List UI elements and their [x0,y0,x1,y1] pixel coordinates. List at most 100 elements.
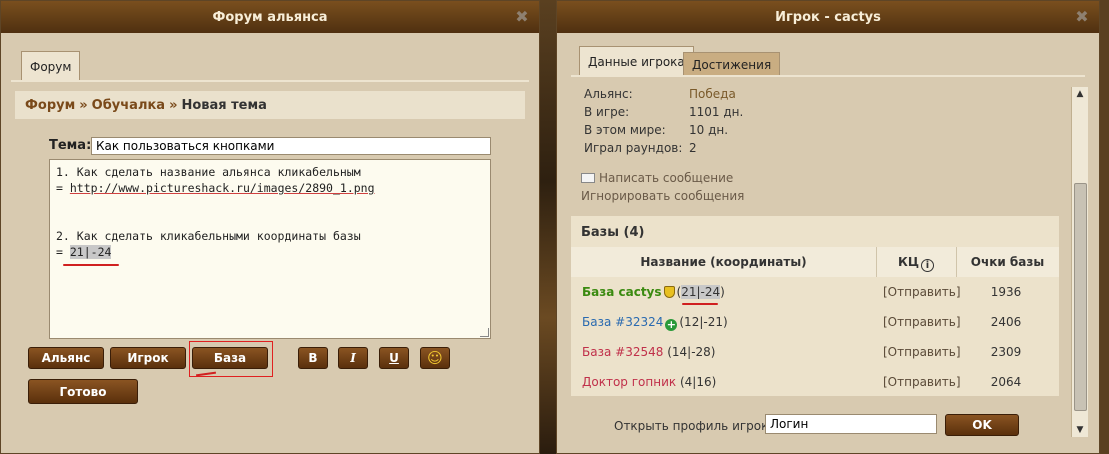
info-value-ingame: 1101 дн. [689,105,744,119]
info-label-world: В этом мире: [584,123,666,137]
resize-handle[interactable] [480,328,489,337]
bold-button[interactable]: B [298,347,328,369]
base-points: 1936 [990,285,1022,299]
breadcrumb-current: Новая тема [181,97,267,113]
editor-coords: 21|-24 [69,245,112,259]
done-button-label: Готово [59,384,107,399]
alliance-button-label: Альянс [41,351,91,365]
col-name: Название (координаты) [640,255,807,269]
italic-icon: I [350,351,356,365]
eq-sign: = [56,245,63,259]
topic-input[interactable] [91,137,491,155]
info-value-rounds: 2 [689,141,697,155]
bases-title: Базы (4) [581,225,645,240]
player-window-title: Игрок - cactys [557,1,1099,33]
info-icon[interactable]: i [920,259,934,272]
breadcrumb-section-link[interactable]: Обучалка [92,98,165,113]
profile-login-input[interactable] [765,414,937,434]
editor-line: 2. Как сделать кликабельными координаты … [56,229,361,243]
info-label-alliance: Альянс: [584,87,633,101]
tab-player-data[interactable]: Данные игрока [579,46,694,76]
bases-table-header: Название (координаты) КЦ i Очки базы [571,247,1059,277]
base-name-link[interactable]: База #32548 [582,345,663,359]
background-stripe [540,0,556,454]
smiley-icon: ☺ [427,349,443,367]
scrollbar[interactable]: ▲ ▼ [1071,87,1088,437]
tab-forum-label: Форум [30,60,72,74]
table-row: Доктор гопник (4|16) [Отправить] 2064 [571,367,1059,397]
editor-line: = 21|-24 [56,244,484,260]
background-edge [1100,0,1109,454]
editor-url: http://www.pictureshack.ru/images/2890_1… [69,181,375,195]
col-kc-label: КЦ [898,255,919,269]
eq-sign: = [56,181,63,195]
player-title-text: Игрок - cactys [775,9,881,25]
base-points: 2064 [990,375,1022,389]
shield-icon [663,286,675,298]
message-editor[interactable]: 1. Как сделать название альянса кликабел… [49,159,491,339]
tab-player-data-label: Данные игрока [588,55,685,69]
close-icon[interactable]: ✖ [513,8,531,26]
profile-label: Открыть профиль игрока: [614,419,780,433]
ignore-messages-link[interactable]: Игнорировать сообщения [581,189,744,203]
base-coords: (14|-28) [667,345,716,359]
editor-line: = http://www.pictureshack.ru/images/2890… [56,180,484,196]
bases-panel: Базы (4) Название (координаты) КЦ i Очки … [571,216,1059,396]
plus-icon: + [665,318,678,331]
forum-title-text: Форум альянса [212,9,328,25]
scrollbar-thumb[interactable] [1074,183,1087,411]
scroll-down-icon[interactable]: ▼ [1072,423,1088,437]
red-annotation-box [189,341,273,377]
alliance-button[interactable]: Альянс [28,347,104,369]
tab-forum[interactable]: Форум [21,51,81,81]
write-message-link[interactable]: Написать сообщение [581,171,733,185]
base-cell: База #32324 + (12|-21) [582,315,728,331]
col-kc: КЦ i [876,247,956,277]
envelope-icon [581,173,595,183]
topic-label: Тема: [49,138,92,153]
breadcrumb-forum-link[interactable]: Форум [25,98,75,113]
editor-line: 1. Как сделать название альянса кликабел… [56,165,361,179]
done-button[interactable]: Готово [28,379,138,404]
base-name-link[interactable]: База cactys [582,285,662,299]
send-link[interactable]: [Отправить] [883,285,961,299]
underline-button[interactable]: U [379,347,409,369]
base-coords-highlight[interactable]: 21|-24 [681,285,721,299]
tab-achievements-label: Достижения [692,58,772,72]
table-row: База #32548 (14|-28) [Отправить] 2309 [571,337,1059,367]
base-name-link[interactable]: База #32324 [582,315,663,329]
scroll-up-icon[interactable]: ▲ [1072,87,1088,101]
smiley-button[interactable]: ☺ [420,347,450,369]
info-value-world: 10 дн. [689,123,729,137]
ok-button-label: OK [972,418,992,432]
close-icon[interactable]: ✖ [1073,8,1091,26]
base-name-link[interactable]: Доктор гопник [582,375,676,389]
base-coords-suffix: ) [720,285,725,299]
player-button[interactable]: Игрок [110,347,186,369]
base-cell: База cactys (21|-24) [582,285,725,299]
base-points: 2406 [990,315,1022,329]
forum-window: Форум альянса ✖ Форум Форум » Обучалка »… [0,0,540,454]
breadcrumb: Форум » Обучалка » Новая тема [15,91,525,119]
player-button-label: Игрок [127,351,169,365]
base-points: 2309 [990,345,1022,359]
ok-button[interactable]: OK [945,414,1019,436]
underline-icon: U [389,351,399,365]
send-link[interactable]: [Отправить] [883,375,961,389]
italic-button[interactable]: I [338,347,368,369]
bold-icon: B [308,351,318,365]
write-message-label: Написать сообщение [599,171,734,185]
table-row: База #32324 + (12|-21) [Отправить] 2406 [571,307,1059,337]
table-row: База cactys (21|-24) [Отправить] 1936 [571,277,1059,307]
info-value-alliance[interactable]: Победа [689,87,736,101]
tab-achievements[interactable]: Достижения [683,52,781,76]
send-link[interactable]: [Отправить] [883,315,961,329]
player-window: Игрок - cactys ✖ Данные игрока Достижени… [556,0,1100,454]
send-link[interactable]: [Отправить] [883,345,961,359]
tab-divider [11,80,529,82]
info-label-ingame: В игре: [584,105,630,119]
ignore-messages-label: Игнорировать сообщения [581,189,745,203]
forum-window-title: Форум альянса [1,1,539,33]
base-coords: (4|16) [679,375,717,389]
